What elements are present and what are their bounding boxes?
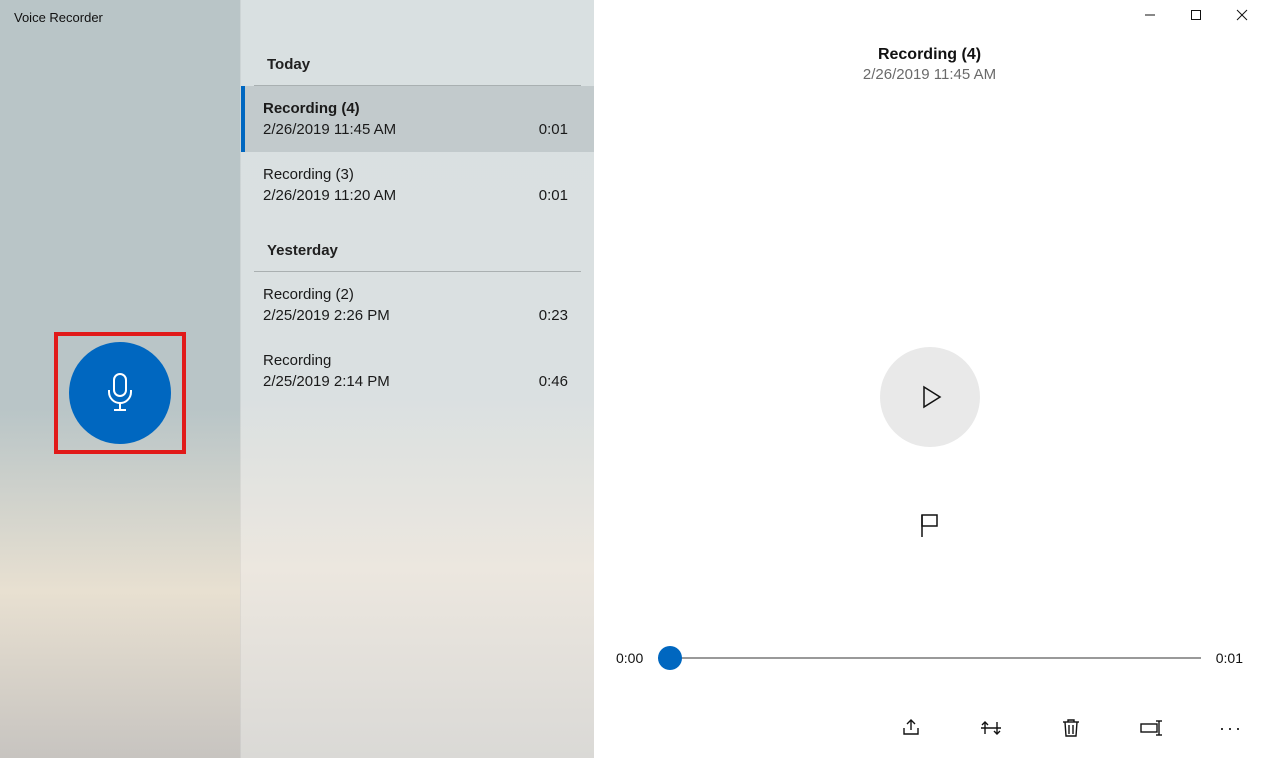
close-icon: [1236, 9, 1248, 21]
group-header: Yesterday: [254, 236, 581, 272]
close-button[interactable]: [1219, 0, 1265, 30]
time-current: 0:00: [616, 650, 652, 666]
microphone-icon: [103, 372, 137, 414]
minimize-icon: [1144, 9, 1156, 21]
record-pane: Voice Recorder: [0, 0, 240, 758]
recording-item[interactable]: Recording (2) 2/25/2019 2:26 PM 0:23: [241, 272, 594, 338]
recording-duration: 0:01: [539, 187, 568, 204]
share-icon: [900, 717, 922, 739]
progress-bar: 0:00 0:01: [594, 650, 1265, 666]
share-button[interactable]: [895, 712, 927, 744]
action-bar: ···: [889, 704, 1253, 752]
recording-timestamp: 2/25/2019 2:26 PM: [263, 307, 390, 324]
maximize-icon: [1190, 9, 1202, 21]
flag-icon: [918, 513, 942, 539]
maximize-button[interactable]: [1173, 0, 1219, 30]
rename-icon: [1139, 719, 1163, 737]
recording-item[interactable]: Recording 2/25/2019 2:14 PM 0:46: [241, 338, 594, 404]
seek-track[interactable]: [658, 657, 1201, 659]
window-controls: [1127, 0, 1265, 30]
app-title: Voice Recorder: [14, 10, 103, 25]
detail-timestamp: 2/26/2019 11:45 AM: [863, 66, 996, 83]
detail-title: Recording (4): [878, 46, 981, 64]
rename-button[interactable]: [1135, 712, 1167, 744]
recording-name: Recording (3): [263, 166, 354, 183]
recording-item[interactable]: Recording (4) 2/26/2019 11:45 AM 0:01: [241, 86, 594, 152]
recording-name: Recording: [263, 352, 331, 369]
play-button[interactable]: [880, 347, 980, 447]
more-button[interactable]: ···: [1215, 712, 1247, 744]
detail-pane: Recording (4) 2/26/2019 11:45 AM 0:00 0:…: [594, 0, 1265, 758]
recording-duration: 0:01: [539, 121, 568, 138]
group-header: Today: [254, 50, 581, 86]
trim-icon: [979, 718, 1003, 738]
recording-item[interactable]: Recording (3) 2/26/2019 11:20 AM 0:01: [241, 152, 594, 218]
delete-button[interactable]: [1055, 712, 1087, 744]
recording-timestamp: 2/26/2019 11:20 AM: [263, 187, 396, 204]
recording-duration: 0:23: [539, 307, 568, 324]
trash-icon: [1061, 717, 1081, 739]
time-total: 0:01: [1207, 650, 1243, 666]
more-icon: ···: [1219, 718, 1243, 739]
recordings-list: Today Recording (4) 2/26/2019 11:45 AM 0…: [240, 0, 594, 758]
group-block: Recording (4) 2/26/2019 11:45 AM 0:01 Re…: [241, 86, 594, 218]
recording-timestamp: 2/26/2019 11:45 AM: [263, 121, 396, 138]
record-button-highlight: [54, 332, 186, 454]
add-marker-button[interactable]: [918, 513, 942, 544]
seek-thumb[interactable]: [658, 646, 682, 670]
recording-name: Recording (4): [263, 100, 360, 117]
record-button[interactable]: [69, 342, 171, 444]
recording-timestamp: 2/25/2019 2:14 PM: [263, 373, 390, 390]
play-icon: [913, 380, 947, 414]
recording-duration: 0:46: [539, 373, 568, 390]
minimize-button[interactable]: [1127, 0, 1173, 30]
group-block: Recording (2) 2/25/2019 2:26 PM 0:23 Rec…: [241, 272, 594, 404]
recording-name: Recording (2): [263, 286, 354, 303]
trim-button[interactable]: [975, 712, 1007, 744]
